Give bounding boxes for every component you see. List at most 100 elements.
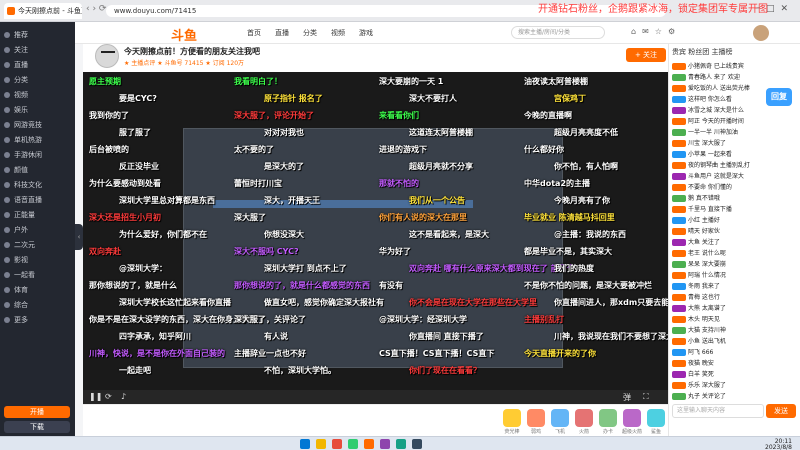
sidebar-item[interactable]: 综合 xyxy=(4,300,72,310)
chat-input[interactable]: 这里输入聊天内容 xyxy=(672,404,764,418)
sidebar-item[interactable]: 推荐 xyxy=(4,30,72,40)
sidebar-item-icon xyxy=(4,137,10,143)
sidebar-item[interactable]: 直播 xyxy=(4,60,72,70)
fan-badge-icon xyxy=(672,239,686,246)
nav-link-live[interactable]: 直播 xyxy=(275,28,289,38)
danmu-comment: 四字承承，知乎阿川 xyxy=(119,332,191,341)
sidebar-item-label: 手游休闲 xyxy=(14,151,42,159)
pause-icon[interactable]: ❚❚ xyxy=(89,392,102,401)
danmu-comment: 深圳大学校长这忙起来看你直播 xyxy=(119,298,231,307)
nav-link-game[interactable]: 游戏 xyxy=(359,28,373,38)
danmu-comment: 深大还是招生小月初 xyxy=(89,213,161,222)
gift-icon[interactable] xyxy=(551,409,569,427)
tab-title: 今天刚擦点前 - 斗鱼直播 xyxy=(18,7,82,15)
fan-badge-icon xyxy=(672,228,686,235)
sidebar-item[interactable]: 语音直播 xyxy=(4,195,72,205)
chat-row-text: 这样吧 你怎么看 xyxy=(688,96,732,103)
danmu-toggle-icon[interactable]: 弹 xyxy=(623,392,631,403)
sidebar-item[interactable]: 影视 xyxy=(4,255,72,265)
sidebar-item[interactable]: 户外 xyxy=(4,225,72,235)
back-forward-icon[interactable]: ‹ › ⟳ xyxy=(86,4,106,14)
send-button[interactable]: 发送 xyxy=(766,404,796,418)
chat-tabs[interactable]: 贵宾 粉丝团 主播榜 xyxy=(672,47,732,57)
overlay-caption: 开通钻石粉丝，企鹅跟紧冰海，锁定集团军专属开图 xyxy=(538,4,768,15)
sidebar-item-label: 户外 xyxy=(14,226,28,234)
chat-row: 乐乐 深大服了 xyxy=(672,381,796,391)
danmu-comment: 你直播间 直接下播了 xyxy=(409,332,484,341)
danmu-comment: @深圳大学：经深圳大学 xyxy=(379,315,467,324)
follow-button[interactable]: + 关注 xyxy=(626,48,666,62)
nav-link-category[interactable]: 分类 xyxy=(303,28,317,38)
chat-row: 夜的钢琴曲 主播别乱打 xyxy=(672,161,796,171)
header-icons[interactable]: ⌂✉☆⚙ xyxy=(631,27,681,36)
sidebar-item[interactable]: 二次元 xyxy=(4,240,72,250)
danmu-comment: 这道连太阿普楼棚 xyxy=(409,128,473,137)
sidebar-item[interactable]: 科技文化 xyxy=(4,180,72,190)
sidebar-item[interactable]: 更多 xyxy=(4,315,72,325)
danmu-comment: 不怕，深圳大学怕。 xyxy=(264,366,336,375)
sidebar-item-label: 推荐 xyxy=(14,31,28,39)
collapse-sidebar-button[interactable]: ‹ xyxy=(75,224,83,250)
taskbar-app-icon[interactable] xyxy=(316,439,326,449)
sidebar-item[interactable]: 视频 xyxy=(4,90,72,100)
chat-row-text: 大熊 太离谱了 xyxy=(688,305,726,312)
gift-icon[interactable] xyxy=(599,409,617,427)
sidebar-item[interactable]: 颜值 xyxy=(4,165,72,175)
user-avatar[interactable] xyxy=(753,25,769,41)
gift-icon[interactable] xyxy=(527,409,545,427)
sidebar-item[interactable]: 体育 xyxy=(4,285,72,295)
sidebar-item[interactable]: 分类 xyxy=(4,75,72,85)
chat-row: 大鱼 关注了 xyxy=(672,238,796,248)
chat-row: 丸子 关评论了 xyxy=(672,392,796,402)
sidebar-item-label: 分类 xyxy=(14,76,28,84)
sidebar-item[interactable]: 单机热游 xyxy=(4,135,72,145)
video-player[interactable]: 愿主预期 我看明白了！ 深大要崩的一天 1 油夜读太阿普楼棚 要是CYC? 原子指针 报名… xyxy=(83,72,668,390)
logo[interactable]: 斗鱼 xyxy=(171,25,197,44)
search-input[interactable]: 搜索主播/房间/分类 xyxy=(511,26,605,39)
refresh-icon[interactable]: ⟳ xyxy=(105,392,112,401)
sidebar-item-label: 影视 xyxy=(14,256,28,264)
taskbar-app-icon[interactable] xyxy=(348,439,358,449)
danmu-comment: 反正没毕业 xyxy=(119,162,159,171)
streamer-avatar[interactable] xyxy=(95,44,119,68)
danmu-comment: 要是CYC? xyxy=(119,94,157,103)
taskbar-app-icon[interactable] xyxy=(380,439,390,449)
taskbar-app-icon[interactable] xyxy=(364,439,374,449)
gift-icon[interactable] xyxy=(647,409,665,427)
sidebar-item[interactable]: 正能量 xyxy=(4,210,72,220)
sidebar-item[interactable]: 手游休闲 xyxy=(4,150,72,160)
gift-icon[interactable] xyxy=(503,409,521,427)
sidebar-item[interactable]: 网游竞技 xyxy=(4,120,72,130)
nav-link-video[interactable]: 视频 xyxy=(331,28,345,38)
chat-row: 千里马 直接下播 xyxy=(672,205,796,215)
danmu-comment: 是深大的了 xyxy=(264,162,304,171)
start-stream-button[interactable]: 开播 xyxy=(4,406,70,418)
danmu-comment: 今晚的直播啊 xyxy=(524,111,572,120)
chat-row-text: 白羊 笑死 xyxy=(688,371,714,378)
danmu-comment: @主播：我说的东西 xyxy=(554,230,626,239)
download-button[interactable]: 下载 xyxy=(4,421,70,433)
chat-row: 阿正 今天的开播时间 xyxy=(672,117,796,127)
taskbar-app-icon[interactable] xyxy=(300,439,310,449)
fullscreen-icon[interactable]: ⛶ xyxy=(643,392,649,402)
volume-icon[interactable]: ♪ xyxy=(121,392,126,401)
sidebar-item[interactable]: 关注 xyxy=(4,45,72,55)
taskbar-app-icon[interactable] xyxy=(332,439,342,449)
fan-badge-icon xyxy=(672,195,686,202)
gift-icon[interactable] xyxy=(623,409,641,427)
fan-badge-icon xyxy=(672,118,686,125)
sidebar-item-label: 一起看 xyxy=(14,271,35,279)
taskbar-app-icon[interactable] xyxy=(412,439,422,449)
sidebar-item[interactable]: 娱乐 xyxy=(4,105,72,115)
reply-button[interactable]: 回复 xyxy=(766,88,792,106)
taskbar-app-icon[interactable] xyxy=(396,439,406,449)
gift-icon[interactable] xyxy=(575,409,593,427)
danmu-comment: 深圳大学打 到点不上了 xyxy=(264,264,347,273)
gift-label: 办卡 xyxy=(602,429,613,435)
browser-tab[interactable]: 今天刚擦点前 - 斗鱼直播 xyxy=(4,3,82,19)
sidebar-item[interactable]: 一起看 xyxy=(4,270,72,280)
sidebar-item-label: 关注 xyxy=(14,46,28,54)
danmu-comment: 双向奔赴 xyxy=(89,247,121,256)
chat-row-text: 小鱼 送出飞机 xyxy=(688,338,726,345)
nav-link-home[interactable]: 首页 xyxy=(247,28,261,38)
